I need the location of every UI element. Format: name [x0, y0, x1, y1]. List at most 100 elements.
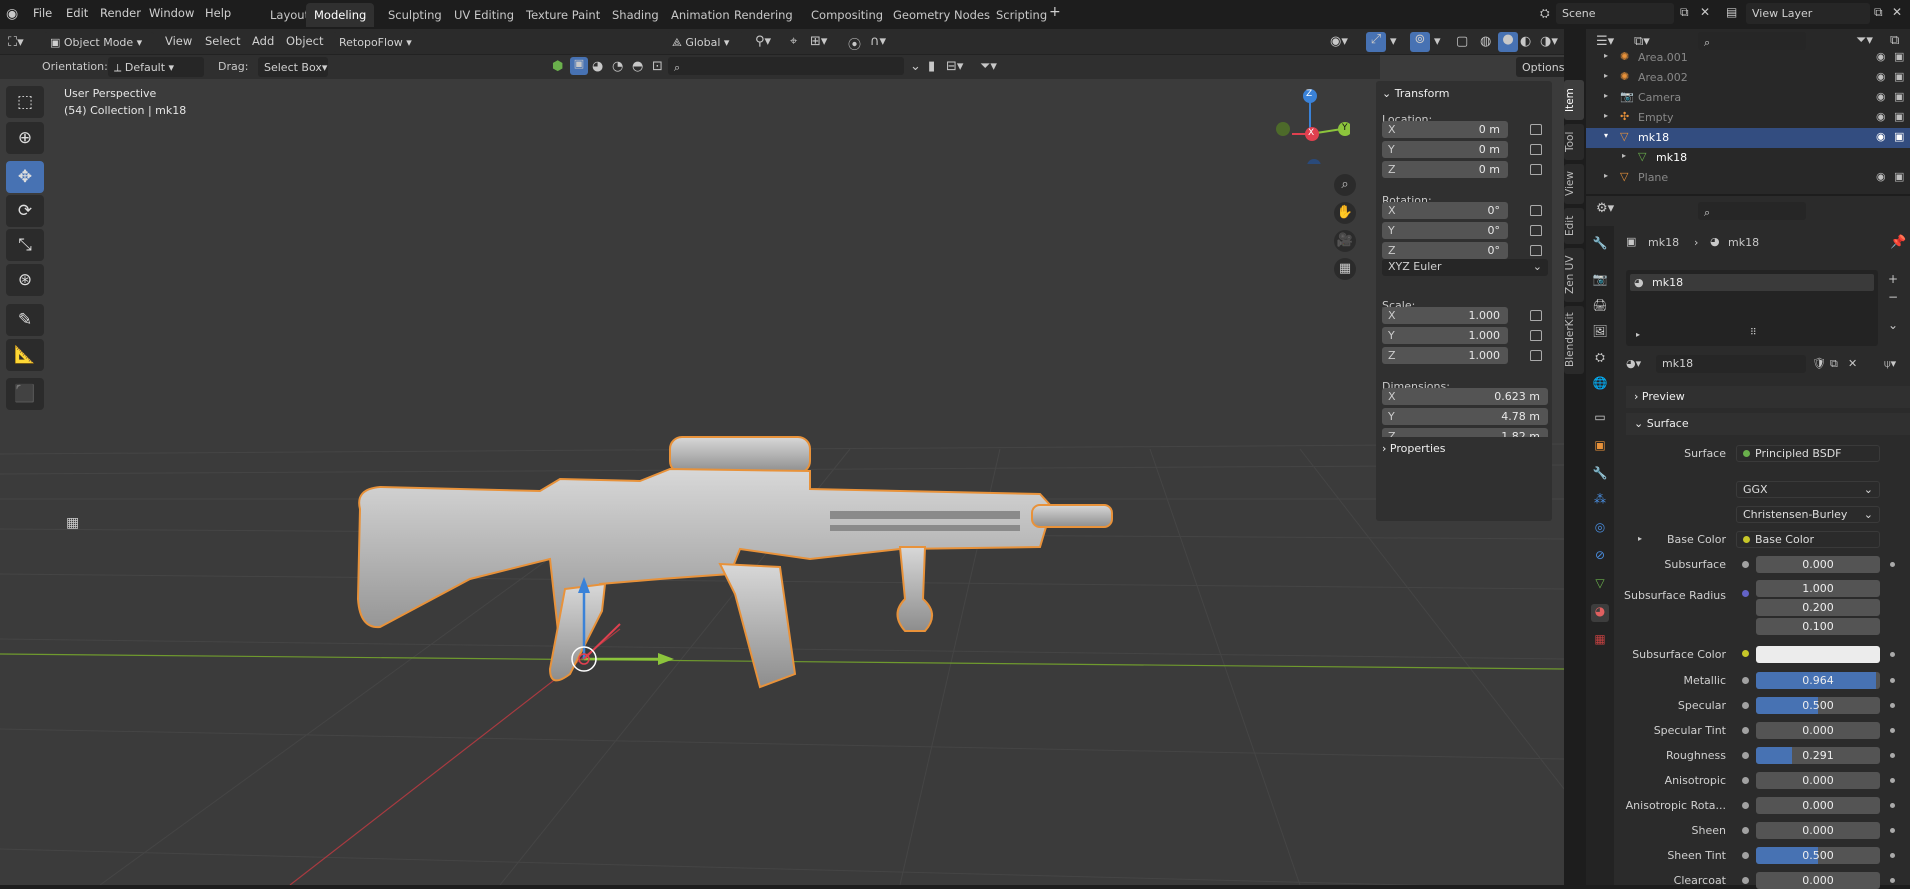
falloff-icon[interactable]: ∩▾ — [870, 34, 886, 49]
scene-properties-icon[interactable]: ⛭ — [1591, 350, 1609, 368]
render-visibility-icon[interactable]: ▣ — [1894, 130, 1904, 143]
menu-edit[interactable]: Edit — [66, 6, 88, 20]
filter-icon[interactable]: ⏷▾ — [980, 59, 997, 74]
view-layer-properties-icon[interactable]: 🖼 — [1591, 324, 1609, 342]
outliner-item-mk18[interactable]: ▸ ▽ mk18 — [1586, 148, 1910, 168]
material-properties-icon[interactable]: ◕ — [1591, 604, 1609, 622]
xray-icon[interactable]: ▢ — [1456, 34, 1468, 49]
tab-view[interactable]: View — [1564, 164, 1584, 204]
camera-view-icon[interactable]: 🎥 — [1334, 230, 1356, 252]
pivot-point-icon[interactable]: ⚲▾ — [755, 34, 771, 49]
subsurface-radius-x[interactable]: 1.000 — [1756, 580, 1880, 597]
rotate-tool[interactable]: ⟳ — [6, 195, 44, 227]
scene-icon[interactable]: ⛭ — [1540, 6, 1550, 21]
render-visibility-icon[interactable]: ▣ — [1894, 110, 1904, 123]
lock-icon[interactable] — [1530, 245, 1542, 256]
lock-icon[interactable] — [1530, 350, 1542, 361]
pin-icon[interactable]: 📌 — [1890, 235, 1906, 250]
lock-icon[interactable] — [1530, 205, 1542, 216]
expand-arrow-icon[interactable]: ▾ — [1604, 131, 1608, 140]
surface-shader-selector[interactable]: Principled BSDF — [1736, 445, 1880, 462]
overlay-dropdown-icon[interactable]: ▾ — [1434, 34, 1441, 49]
list-resize-handle[interactable]: ⠿ — [1750, 328, 1757, 338]
lock-icon[interactable] — [1530, 310, 1542, 321]
expand-arrow-icon[interactable]: ▸ — [1604, 111, 1608, 120]
slider-clearcoat[interactable]: 0.000 — [1756, 872, 1880, 889]
expand-arrow-icon[interactable]: ▸ — [1604, 51, 1608, 60]
texture-properties-icon[interactable]: ▦ — [1591, 632, 1609, 650]
material-browse-icon[interactable]: ◕▾ — [1626, 357, 1641, 370]
gizmo-toggle-icon[interactable]: ⤢ — [1366, 32, 1386, 52]
visibility-eye-icon[interactable]: ◉ — [1876, 70, 1886, 83]
overlay-toggle-icon[interactable]: ⊚ — [1410, 32, 1430, 52]
add-cube-tool[interactable]: ⬛ — [6, 378, 44, 410]
add-slot-icon[interactable]: + — [1888, 272, 1898, 286]
selection-subtract-icon[interactable]: ◔ — [612, 59, 623, 74]
tab-texture-paint[interactable]: Texture Paint — [518, 3, 608, 27]
slider-sheen[interactable]: 0.000 — [1756, 822, 1880, 839]
subsurface-method-selector[interactable]: Christensen-Burley ⌄ — [1736, 506, 1880, 523]
preview-panel-header[interactable]: › Preview — [1626, 386, 1910, 408]
tab-edit[interactable]: Edit — [1564, 208, 1584, 244]
keyframe-dot-icon[interactable] — [1890, 703, 1895, 708]
slider-anisotropic[interactable]: 0.000 — [1756, 772, 1880, 789]
unlink-material-icon[interactable]: ✕ — [1848, 357, 1857, 370]
lock-icon[interactable] — [1530, 330, 1542, 341]
menu-help[interactable]: Help — [205, 6, 231, 20]
render-visibility-icon[interactable]: ▣ — [1894, 50, 1904, 63]
base-color-link[interactable]: Base Color — [1736, 531, 1880, 548]
slider-anisotropic-rota[interactable]: 0.000 — [1756, 797, 1880, 814]
menu-add[interactable]: Add — [252, 34, 274, 48]
hidden-panel-icon[interactable]: ▦ — [66, 515, 79, 531]
render-visibility-icon[interactable]: ▣ — [1894, 170, 1904, 183]
move-gizmo[interactable] — [560, 549, 680, 679]
material-name-field[interactable]: mk18 — [1656, 355, 1806, 373]
retopoflow-menu[interactable]: RetopoFlow ▾ — [333, 32, 417, 52]
tab-modeling[interactable]: Modeling — [306, 3, 375, 27]
editor-type-icon[interactable]: ⛶▾ — [8, 35, 24, 50]
keyframe-dot-icon[interactable] — [1890, 652, 1895, 657]
visibility-eye-icon[interactable]: ◉ — [1876, 130, 1886, 143]
rendered-shading-icon[interactable]: ◑▾ — [1540, 34, 1558, 49]
select-box-tool[interactable]: ⬚ — [6, 86, 44, 118]
lock-icon[interactable] — [1530, 164, 1542, 175]
duplicate-material-icon[interactable]: ⧉ — [1830, 357, 1838, 371]
gizmo-dropdown-icon[interactable]: ▾ — [1390, 34, 1397, 49]
select-mode-icon[interactable]: ⬢ — [552, 59, 563, 74]
object-properties-icon[interactable]: ▣ — [1591, 438, 1609, 456]
particles-properties-icon[interactable]: ⁂ — [1591, 492, 1609, 510]
tab-uv-editing[interactable]: UV Editing — [446, 3, 522, 27]
keyframe-dot-icon[interactable] — [1890, 878, 1895, 883]
subsurface-radius-z[interactable]: 0.100 — [1756, 618, 1880, 635]
tab-scripting[interactable]: Scripting — [988, 3, 1055, 27]
base-color-expand-icon[interactable]: ▸ — [1638, 534, 1642, 543]
material-slot-row[interactable]: ◕ mk18 — [1630, 274, 1874, 291]
physics-properties-icon[interactable]: ◎ — [1591, 520, 1609, 538]
tab-compositing[interactable]: Compositing — [803, 3, 891, 27]
annotate-tool[interactable]: ✎ — [6, 304, 44, 336]
lock-icon[interactable] — [1530, 225, 1542, 236]
rotation-y-field[interactable]: Y 0° — [1382, 222, 1508, 239]
menu-object[interactable]: Object — [286, 34, 323, 48]
scene-selector[interactable]: Scene — [1556, 3, 1674, 24]
lock-icon[interactable] — [1530, 124, 1542, 135]
slider-metallic[interactable]: 0.964 — [1756, 672, 1880, 689]
wireframe-shading-icon[interactable]: ◍ — [1480, 34, 1491, 49]
rotation-mode-selector[interactable]: XYZ Euler ⌄ — [1382, 259, 1548, 276]
slot-specials-icon[interactable]: ⌄ — [1888, 318, 1898, 332]
ortho-toggle-icon[interactable]: ▦ — [1334, 258, 1356, 280]
scale-x-field[interactable]: X 1.000 — [1382, 307, 1508, 324]
selection-invert-icon[interactable]: ◓ — [632, 59, 643, 74]
keyframe-dot-icon[interactable] — [1890, 562, 1895, 567]
measure-tool[interactable]: 📐 — [6, 339, 44, 371]
visibility-eye-icon[interactable]: ◉ — [1876, 50, 1886, 63]
modifier-properties-icon[interactable]: 🔧 — [1591, 466, 1609, 484]
subsurface-radius-y[interactable]: 0.200 — [1756, 599, 1880, 616]
selection-intersect-icon[interactable]: ⊡ — [652, 59, 663, 74]
keyframe-dot-icon[interactable] — [1890, 828, 1895, 833]
properties-panel-header[interactable]: › Properties — [1376, 437, 1552, 461]
orientation-selector[interactable]: ⟂ Default ▾ — [108, 57, 204, 77]
remove-slot-icon[interactable]: − — [1888, 290, 1898, 304]
world-properties-icon[interactable]: 🌐 — [1591, 376, 1609, 394]
view-layer-icon[interactable]: ▤ — [1726, 5, 1737, 19]
